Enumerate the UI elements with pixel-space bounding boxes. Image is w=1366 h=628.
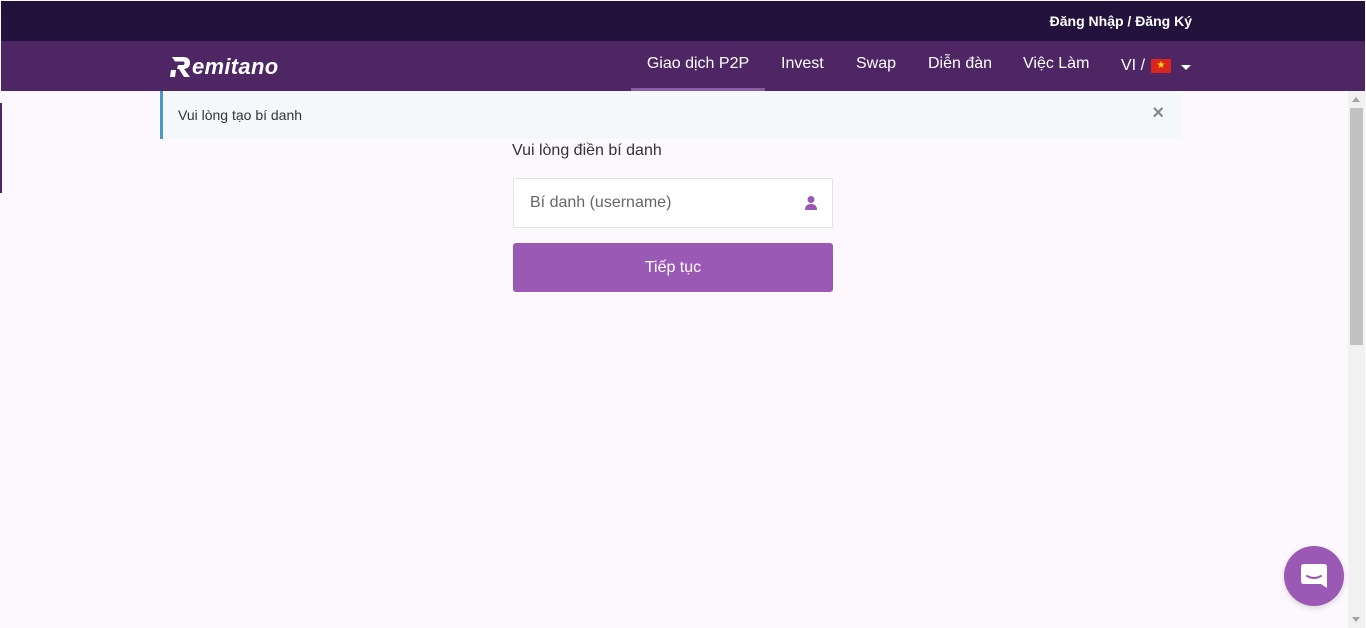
user-icon (805, 196, 817, 210)
logo-text: emitano (192, 54, 279, 79)
language-selector[interactable]: VI / (1121, 41, 1192, 91)
chat-launcher-button[interactable] (1284, 546, 1344, 606)
username-field-wrapper (513, 178, 833, 228)
page-scrollbar[interactable] (1348, 91, 1365, 628)
language-label: VI / (1121, 57, 1146, 74)
alert-banner: Vui lòng tạo bí danh × (160, 91, 1182, 139)
username-form-label: Vui lòng điền bí danh (512, 142, 662, 159)
login-register-link[interactable]: Đăng Nhập / Đăng Ký (1050, 13, 1192, 29)
nav-p2p-trading[interactable]: Giao dịch P2P (631, 41, 765, 91)
nav-invest[interactable]: Invest (781, 41, 824, 91)
scrollbar-thumb[interactable] (1350, 108, 1363, 345)
continue-button[interactable]: Tiếp tục (513, 243, 833, 292)
nav-jobs[interactable]: Việc Làm (1023, 41, 1089, 91)
remitano-logo[interactable]: emitano (169, 54, 278, 80)
username-input[interactable] (514, 179, 784, 227)
caret-down-icon (1181, 64, 1192, 70)
nav-forum[interactable]: Diễn đàn (928, 41, 992, 91)
top-bar: Đăng Nhập / Đăng Ký (1, 1, 1365, 41)
scroll-up-arrow-icon[interactable] (1352, 97, 1360, 102)
left-edge-stripe (0, 103, 2, 193)
chat-icon (1301, 564, 1327, 588)
nav-swap[interactable]: Swap (856, 41, 896, 91)
close-icon[interactable]: × (1152, 103, 1164, 123)
vietnam-flag-icon (1151, 59, 1172, 73)
main-navbar: emitano Giao dịch P2P Invest Swap Diễn đ… (1, 41, 1365, 91)
logo-r-icon (170, 57, 190, 77)
scroll-down-arrow-icon[interactable] (1352, 617, 1360, 622)
alert-message: Vui lòng tạo bí danh (178, 107, 303, 123)
